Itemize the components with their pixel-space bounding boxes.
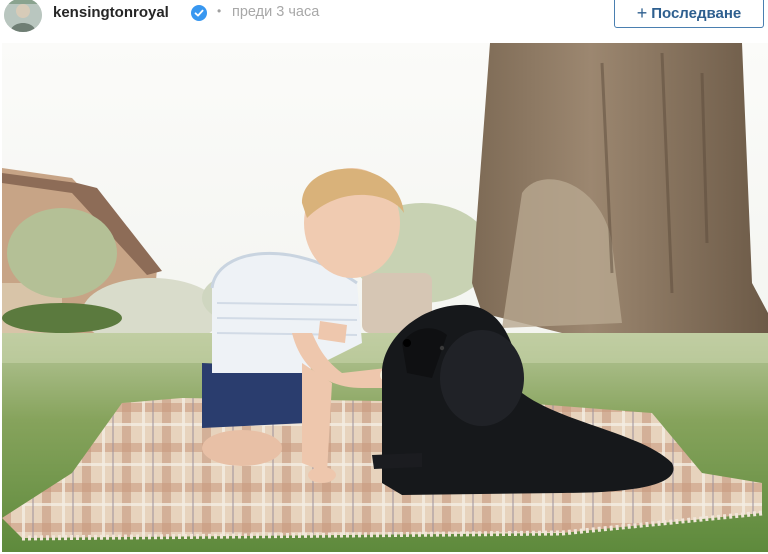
child-with-dog-photo bbox=[2, 43, 768, 552]
follow-button-label: Последване bbox=[651, 4, 742, 22]
verified-badge-icon bbox=[191, 5, 207, 21]
plus-icon: + bbox=[636, 3, 648, 23]
username-link[interactable]: kensingtonroyal bbox=[53, 4, 169, 21]
post-header: kensingtonroyal • преди 3 часа + Последв… bbox=[0, 0, 768, 42]
post-timestamp[interactable]: преди 3 часа bbox=[232, 4, 319, 20]
separator-dot: • bbox=[217, 4, 222, 18]
profile-avatar-icon bbox=[4, 0, 42, 32]
avatar[interactable] bbox=[4, 0, 42, 32]
follow-button[interactable]: + Последване bbox=[614, 0, 764, 28]
post-photo[interactable] bbox=[2, 43, 768, 552]
